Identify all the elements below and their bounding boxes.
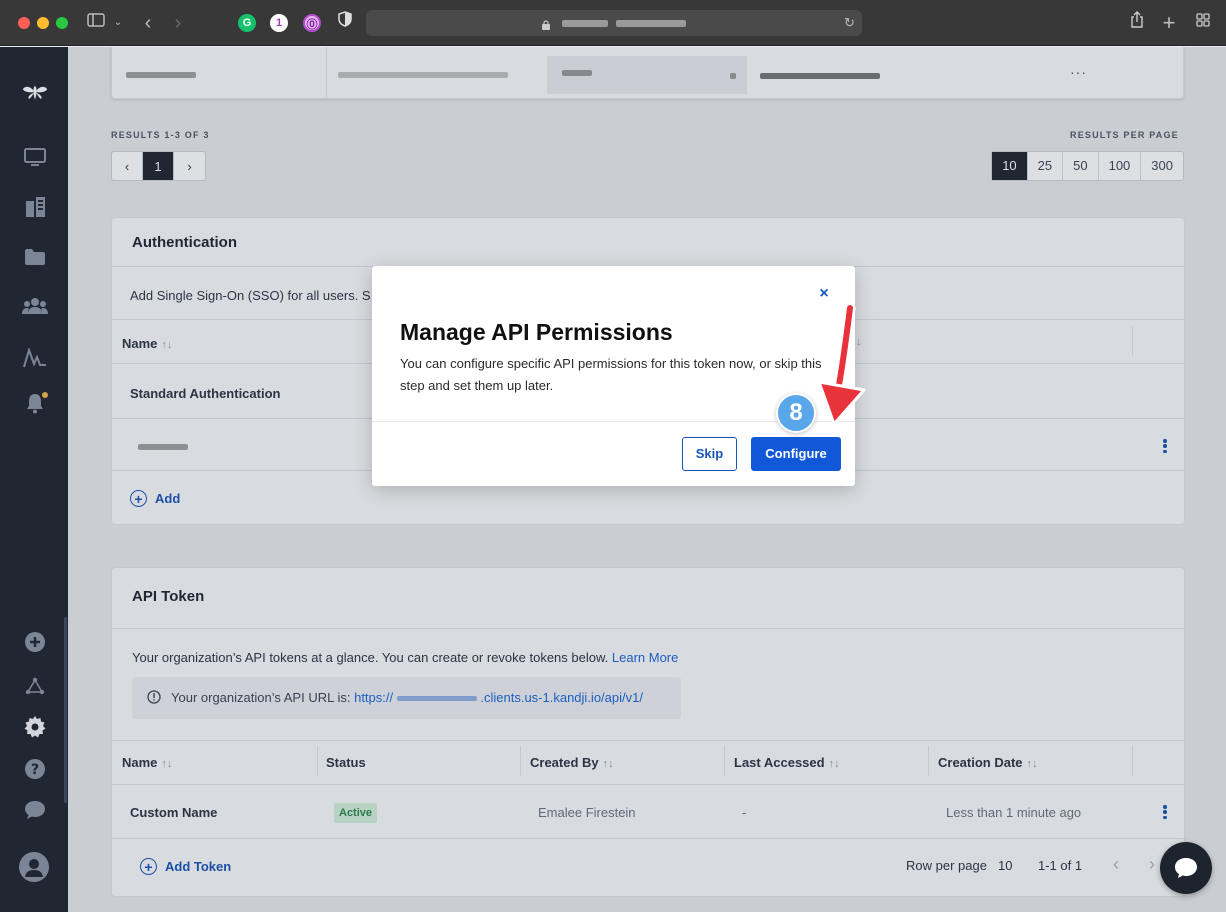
shield-icon[interactable] [336,11,354,35]
zoom-window-button[interactable] [56,17,68,29]
step-number-badge: 8 [776,393,816,433]
chevron-down-icon[interactable]: ⌄ [112,11,124,35]
modal-body: You can configure specific API permissio… [400,356,822,393]
minimize-window-button[interactable] [37,17,49,29]
address-bar[interactable]: ↻ [366,10,862,36]
forward-icon[interactable]: › [170,11,186,35]
reload-icon[interactable]: ↻ [844,15,855,31]
share-icon[interactable] [1128,11,1146,35]
new-tab-icon[interactable]: + [1160,11,1178,35]
password-manager-icon[interactable]: ⓪ [303,14,321,32]
skip-button[interactable]: Skip [682,437,737,471]
url-redacted [562,20,608,27]
chat-icon [1175,858,1197,878]
tab-overview-icon[interactable] [1194,11,1212,35]
close-icon[interactable]: × [818,286,830,302]
manage-api-permissions-modal: × Manage API Permissions You can configu… [372,266,855,486]
annotation-arrow [817,302,866,426]
sidebar-toggle-icon[interactable] [86,11,106,35]
extension-badge-icon[interactable]: 1 [270,14,288,32]
close-window-button[interactable] [18,17,30,29]
support-chat-button[interactable] [1160,842,1212,894]
grammarly-icon[interactable]: G [238,14,256,32]
url-redacted [616,20,686,27]
back-icon[interactable]: ‹ [140,11,156,35]
modal-title: Manage API Permissions [400,319,673,345]
lock-icon [542,17,550,30]
browser-toolbar: ⌄ ‹ › G 1 ⓪ ↻ + [0,0,1226,46]
